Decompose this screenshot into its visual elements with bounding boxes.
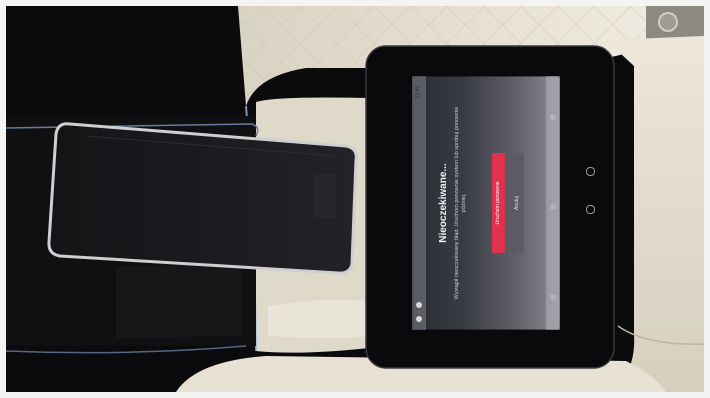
status-time: 12:45 [415, 86, 421, 99]
car-interior-backdrop [6, 6, 704, 392]
tablet-hardware-button[interactable] [586, 167, 595, 176]
seat-heat-icon[interactable] [550, 294, 556, 300]
home-icon[interactable] [416, 316, 422, 322]
dialog-body: Wystąpił nieoczekiwany błąd. Uruchom pon… [454, 106, 467, 300]
dialog-title: Nieoczekiwane... [438, 163, 449, 243]
tablet-screen: 12:45 Nieoczekiwane... Wystąpił nieoczek… [412, 76, 560, 330]
phone-tray [47, 122, 358, 275]
menu-icon[interactable] [416, 302, 422, 308]
car-interior-photo: 12:45 Nieoczekiwane... Wystąpił nieoczek… [6, 6, 704, 392]
status-bar: 12:45 [412, 76, 426, 330]
restart-button[interactable]: Uruchom ponownie [492, 153, 505, 253]
climate-bar [546, 76, 560, 330]
cancel-button[interactable]: Anuluj [511, 153, 524, 253]
seat-heat-icon[interactable] [550, 114, 556, 120]
fan-icon[interactable] [550, 204, 556, 210]
rotated-screen-content: 12:45 Nieoczekiwane... Wystąpił nieoczek… [412, 76, 560, 330]
tablet-hardware-button[interactable] [586, 205, 595, 214]
